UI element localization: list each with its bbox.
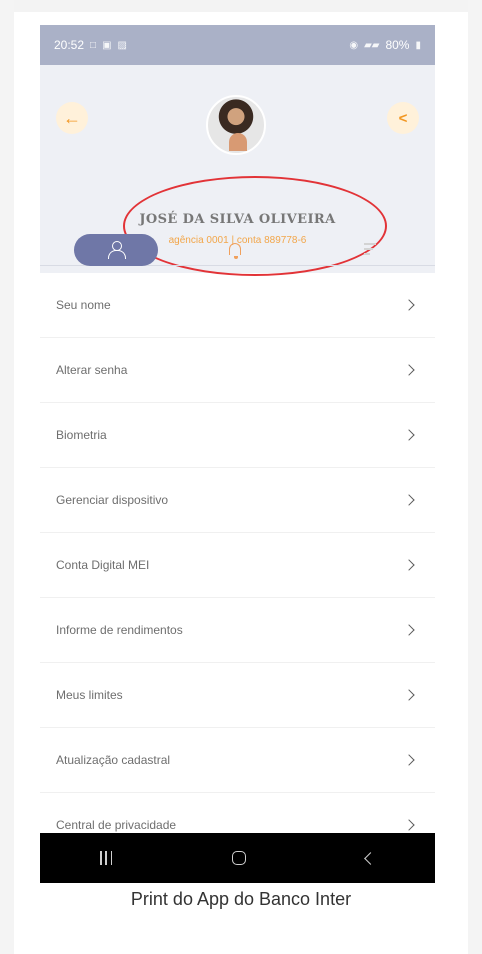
menu-item-gerenciar-dispositivo[interactable]: Gerenciar dispositivo	[40, 468, 435, 533]
left-background-strip	[0, 0, 14, 954]
chevron-right-icon	[403, 754, 415, 766]
back-button[interactable]: ←	[56, 102, 88, 134]
menu-item-seu-nome[interactable]: Seu nome	[40, 273, 435, 338]
battery-percentage: 80%	[385, 38, 410, 52]
menu-item-label: Seu nome	[56, 298, 111, 312]
chevron-right-icon	[403, 299, 415, 311]
menu-item-label: Biometria	[56, 428, 107, 442]
menu-item-alterar-senha[interactable]: Alterar senha	[40, 338, 435, 403]
signal-icon: ▰▰	[364, 39, 380, 51]
chevron-right-icon	[403, 494, 415, 506]
wifi-icon: ◉	[349, 39, 359, 51]
tab-profile[interactable]	[74, 234, 158, 266]
bell-icon[interactable]	[229, 243, 241, 259]
lock-icon: ▣	[102, 39, 112, 51]
chevron-right-icon	[403, 624, 415, 636]
menu-item-label: Conta Digital MEI	[56, 558, 150, 572]
menu-item-label: Meus limites	[56, 688, 123, 702]
status-right: ◉ ▰▰ 80% ▮	[349, 38, 421, 52]
menu-item-biometria[interactable]: Biometria	[40, 403, 435, 468]
person-icon	[107, 241, 126, 259]
home-icon[interactable]	[232, 851, 246, 865]
share-button[interactable]: <	[387, 102, 419, 134]
status-time: 20:52	[54, 38, 85, 52]
menu-item-conta-digital-mei[interactable]: Conta Digital MEI	[40, 533, 435, 598]
app-screenshot: 20:52 □ ▣ ▨ ◉ ▰▰ 80% ▮ ← < JOSÉ DA SILVA…	[40, 25, 435, 883]
menu-item-label: Gerenciar dispositivo	[56, 493, 169, 507]
avatar	[206, 95, 266, 155]
chevron-right-icon	[403, 559, 415, 571]
right-background-strip	[468, 0, 482, 954]
menu-item-informe-de-rendimentos[interactable]: Informe de rendimentos	[40, 598, 435, 663]
settings-menu-list: Seu nome Alterar senha Biometria Gerenci…	[40, 273, 435, 858]
menu-item-atualizacao-cadastral[interactable]: Atualização cadastral	[40, 728, 435, 793]
chevron-right-icon	[403, 429, 415, 441]
menu-icon[interactable]	[364, 243, 376, 255]
image-icon: ▨	[117, 39, 127, 51]
screenshot-caption: Print do App do Banco Inter	[130, 889, 352, 909]
back-icon[interactable]	[364, 851, 377, 865]
chevron-right-icon	[403, 364, 415, 376]
background-strip	[0, 0, 482, 12]
menu-item-meus-limites[interactable]: Meus limites	[40, 663, 435, 728]
status-left: 20:52 □ ▣ ▨	[54, 38, 127, 52]
chevron-right-icon	[403, 819, 415, 831]
notification-icon: □	[90, 39, 97, 51]
menu-item-label: Atualização cadastral	[56, 753, 171, 767]
android-navigation-bar	[40, 833, 435, 883]
menu-item-label: Informe de rendimentos	[56, 623, 183, 637]
menu-item-label: Alterar senha	[56, 363, 128, 377]
menu-item-label: Central de privacidade	[56, 818, 177, 832]
user-name: JOSÉ DA SILVA OLIVEIRA	[139, 212, 336, 227]
chevron-right-icon	[403, 689, 415, 701]
battery-icon: ▮	[415, 39, 421, 51]
share-icon: <	[398, 109, 408, 127]
recent-apps-icon[interactable]	[100, 851, 112, 865]
back-arrow-icon: ←	[63, 107, 81, 128]
profile-tabs	[40, 229, 435, 273]
status-bar: 20:52 □ ▣ ▨ ◉ ▰▰ 80% ▮	[40, 25, 435, 65]
